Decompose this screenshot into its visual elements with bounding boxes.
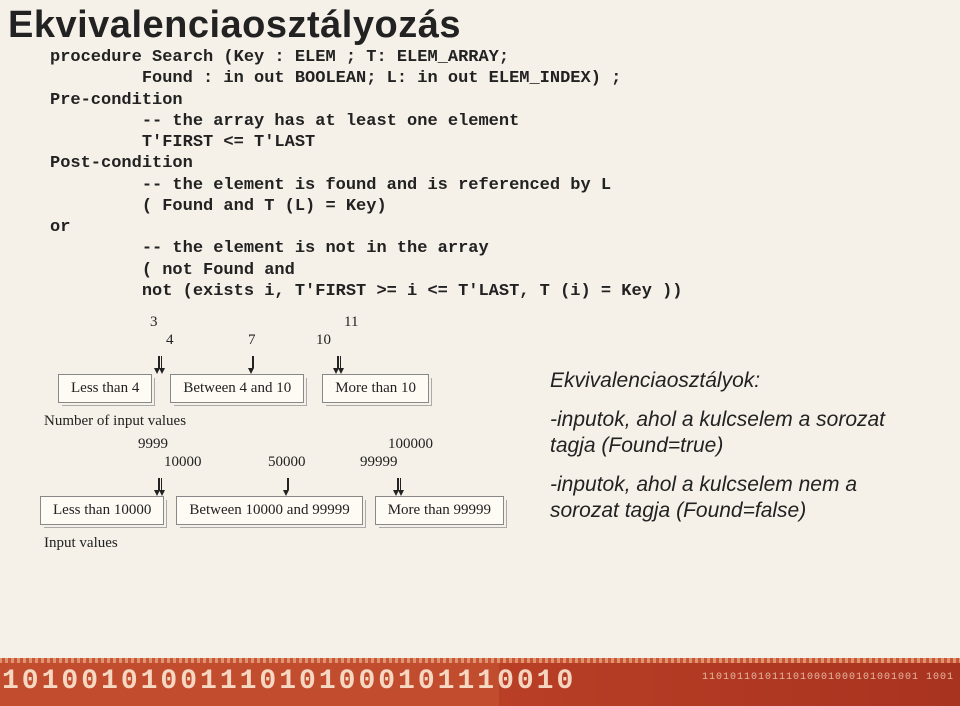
caption-2: Input values	[44, 535, 550, 552]
num-9999: 9999	[138, 436, 168, 453]
code-block: procedure Search (Key : ELEM ; T: ELEM_A…	[0, 47, 960, 302]
right-text: Ekvivalenciaosztályok: -inputok, ahol a …	[550, 314, 930, 558]
box-between-4-10: Between 4 and 10	[170, 374, 304, 403]
box-less-than-10000: Less than 10000	[40, 496, 164, 525]
lower-section: 3 4 7 10 11 Less than 4 Between 4 and 10…	[0, 302, 960, 558]
arrow-icon	[283, 478, 293, 496]
equiv-p1: -inputok, ahol a kulcselem a sorozat tag…	[550, 407, 930, 460]
num-10: 10	[316, 332, 331, 349]
arrow-icon	[154, 478, 164, 496]
footer-bar: 10100101001110101000101110010 1101011010…	[0, 658, 960, 706]
mid-number-row: 9999 10000 50000 99999 100000	[98, 436, 550, 478]
equiv-p2: -inputok, ahol a kulcselem nem a sorozat…	[550, 472, 930, 525]
box-more-than-10: More than 10	[322, 374, 429, 403]
top-arrow-row	[98, 356, 550, 374]
num-11: 11	[344, 314, 358, 331]
equiv-heading: Ekvivalenciaosztályok:	[550, 369, 930, 393]
box-between-10000-99999: Between 10000 and 99999	[176, 496, 362, 525]
box-row-2: Less than 10000 Between 10000 and 99999 …	[40, 496, 550, 525]
box-less-than-4: Less than 4	[58, 374, 152, 403]
box-more-than-99999: More than 99999	[375, 496, 504, 525]
page-title: Ekvivalenciaosztályozás	[0, 0, 960, 47]
num-10000: 10000	[164, 454, 202, 471]
num-3: 3	[150, 314, 158, 331]
caption-1: Number of input values	[44, 413, 550, 430]
arrow-icon	[393, 478, 403, 496]
arrow-icon	[333, 356, 343, 374]
num-4: 4	[166, 332, 174, 349]
box-row-1: Less than 4 Between 4 and 10 More than 1…	[58, 374, 550, 403]
mid-arrow-row	[98, 478, 550, 496]
num-50000: 50000	[268, 454, 306, 471]
footer-binary-big: 10100101001110101000101110010	[2, 666, 576, 697]
arrow-icon	[154, 356, 164, 374]
num-99999: 99999	[360, 454, 398, 471]
num-7: 7	[248, 332, 256, 349]
arrow-icon	[248, 356, 258, 374]
top-number-row: 3 4 7 10 11	[98, 314, 550, 356]
num-100000: 100000	[388, 436, 433, 453]
left-diagram: 3 4 7 10 11 Less than 4 Between 4 and 10…	[40, 314, 550, 558]
footer-binary-small: 1101011010111010001000101001001 1001	[702, 672, 954, 683]
